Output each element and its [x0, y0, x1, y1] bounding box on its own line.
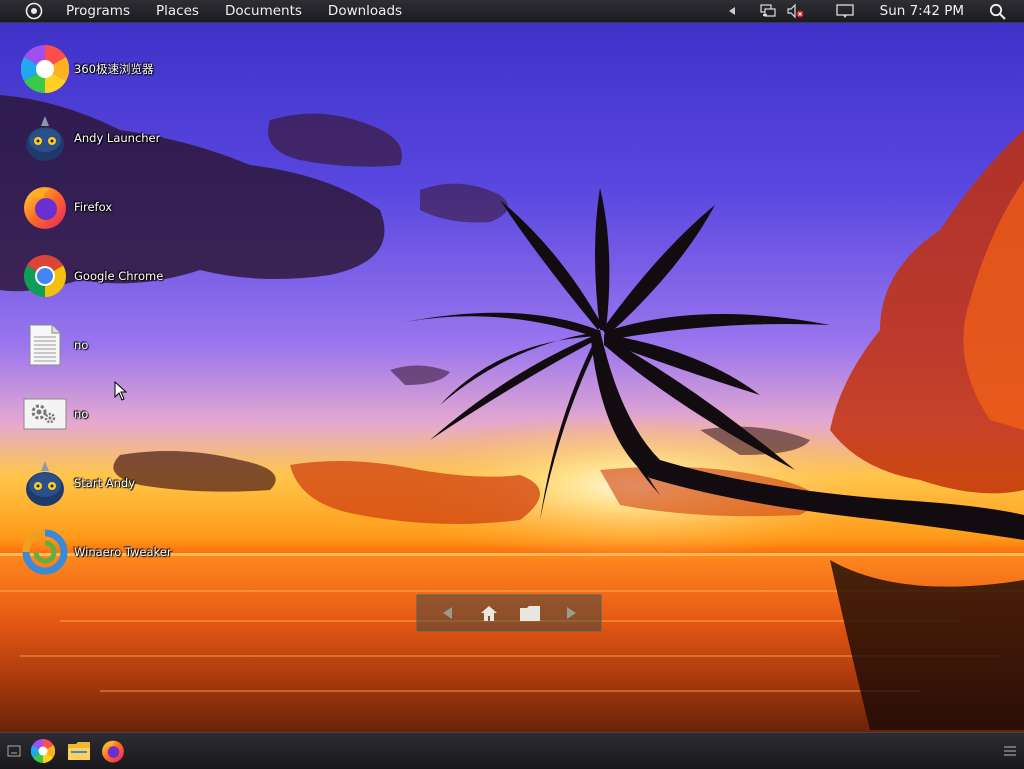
settings-file-icon	[20, 389, 70, 439]
text-document-icon	[20, 320, 70, 370]
chrome-icon	[20, 251, 70, 301]
desktop-icon-360-browser[interactable]: 360极速浏览器	[20, 42, 220, 96]
file-manager-nav-widget	[416, 594, 602, 632]
desktop-icon-no-text[interactable]: no	[20, 318, 220, 372]
top-panel: Programs Places Documents Downloads Sun …	[0, 0, 1024, 23]
desktop-icon-label: no	[74, 338, 89, 352]
desktop-icon-label: Start Andy	[74, 476, 136, 490]
andy-robot-icon	[20, 113, 70, 163]
clock[interactable]: Sun 7:42 PM	[880, 3, 964, 19]
action-center-icon[interactable]	[835, 3, 854, 19]
firefox-icon	[20, 182, 70, 232]
firefox-icon[interactable]	[100, 738, 126, 764]
360-browser-icon[interactable]	[30, 738, 56, 764]
desktop-icon-label: Google Chrome	[74, 269, 164, 283]
documents-menu[interactable]: Documents	[225, 3, 302, 19]
desktop-icon-label: Andy Launcher	[74, 131, 161, 145]
system-tray: Sun 7:42 PM	[728, 0, 1024, 22]
places-menu[interactable]: Places	[156, 3, 199, 19]
programs-menu[interactable]: Programs	[66, 3, 130, 19]
show-desktop-icon[interactable]	[6, 743, 22, 759]
desktop-icon-google-chrome[interactable]: Google Chrome	[20, 249, 220, 303]
forward-arrow-icon[interactable]	[558, 600, 584, 626]
menu-icon[interactable]	[1002, 743, 1018, 759]
desktop-icon-start-andy[interactable]: Start Andy	[20, 456, 220, 510]
desktop-icon-winaero-tweaker[interactable]: Winaero Tweaker	[20, 525, 220, 579]
360-browser-icon	[20, 44, 70, 94]
network-icon[interactable]	[760, 3, 776, 19]
back-arrow-icon[interactable]	[435, 600, 461, 626]
desktop-icon-label: Firefox	[74, 200, 113, 214]
desktop-icon-andy-launcher[interactable]: Andy Launcher	[20, 111, 220, 165]
folder-icon[interactable]	[517, 600, 543, 626]
mouse-cursor-icon	[114, 380, 128, 405]
file-manager-icon[interactable]	[66, 738, 92, 764]
search-icon[interactable]	[989, 3, 1006, 20]
andy-robot-icon	[20, 458, 70, 508]
system-menu-icon[interactable]	[25, 2, 43, 20]
desktop-icon-firefox[interactable]: Firefox	[20, 180, 220, 234]
home-icon[interactable]	[476, 600, 502, 626]
winaero-tweaker-icon	[20, 527, 70, 577]
desktop-icon-label: Winaero Tweaker	[74, 545, 172, 559]
desktop-icon-label: no	[74, 407, 89, 421]
desktop-icon-label: 360极速浏览器	[74, 62, 154, 76]
volume-muted-icon[interactable]	[786, 3, 804, 19]
downloads-menu[interactable]: Downloads	[328, 3, 402, 19]
tray-expand-arrow-icon[interactable]	[728, 6, 736, 16]
taskbar	[0, 732, 1024, 769]
